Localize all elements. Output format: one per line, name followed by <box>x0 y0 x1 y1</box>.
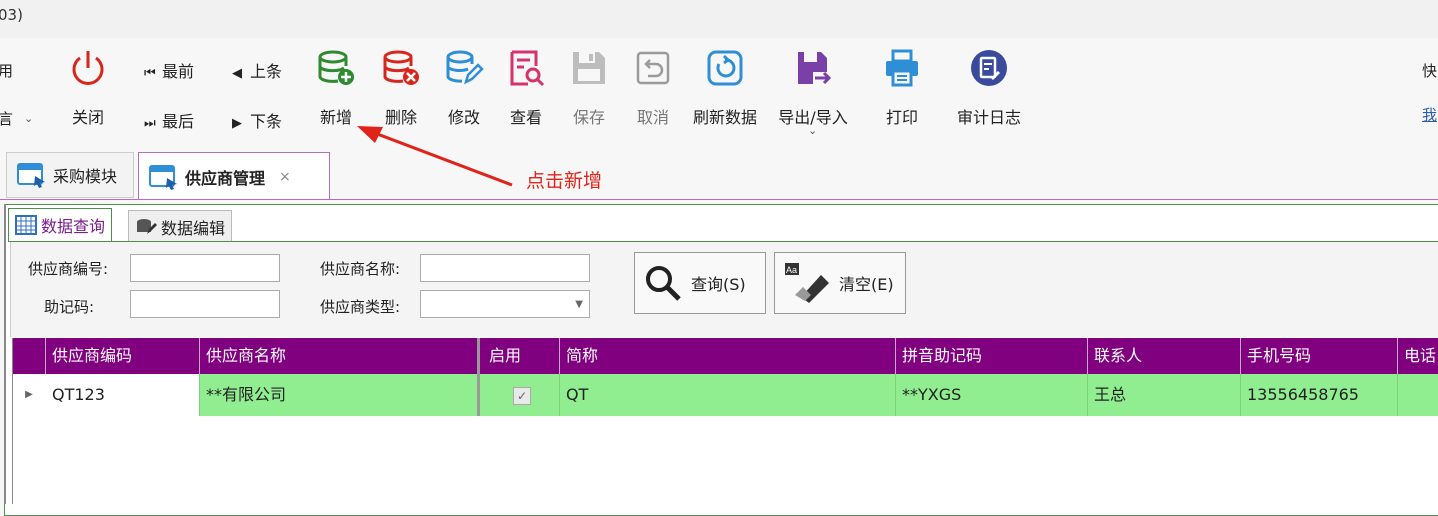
eraser-icon: Aa <box>785 263 829 303</box>
col-header-pinyin[interactable]: 拼音助记码 <box>896 338 1088 374</box>
supplier-type-select[interactable]: ▼ <box>420 290 590 318</box>
panel-left-border <box>4 204 6 504</box>
mnemonic-code-label: 助记码: <box>44 298 95 316</box>
svg-text:Aa: Aa <box>786 265 797 275</box>
col-header-supplier-code[interactable]: 供应商编码 <box>46 338 200 374</box>
grid-header: 供应商编码 供应商名称 启用 简称 拼音助记码 联系人 手机号码 电话 <box>12 338 1438 374</box>
clear-button[interactable]: Aa 清空(E) <box>774 252 906 314</box>
cell-contact[interactable]: 王总 <box>1088 374 1241 416</box>
tab-data-query[interactable]: 数据查询 <box>8 208 113 242</box>
cell-phone[interactable] <box>1398 374 1438 416</box>
cell-mobile[interactable]: 13556458765 <box>1241 374 1398 416</box>
col-header-mobile[interactable]: 手机号码 <box>1241 338 1398 374</box>
checkbox-checked-icon[interactable]: ✓ <box>513 386 531 405</box>
grid-empty-area <box>12 416 1438 504</box>
header-indicator-cell <box>12 338 46 374</box>
table-row[interactable]: QT123 **有限公司 ✓ QT **YXGS 王总 13556458765 <box>46 374 1438 416</box>
cell-short-name[interactable]: QT <box>560 374 896 416</box>
supplier-type-label: 供应商类型: <box>320 298 401 316</box>
col-header-short-name[interactable]: 简称 <box>560 338 896 374</box>
cell-supplier-code[interactable]: QT123 <box>46 374 200 416</box>
grid-left-border <box>12 338 13 504</box>
magnifier-icon <box>646 266 681 301</box>
col-header-phone[interactable]: 电话 <box>1398 338 1438 374</box>
tab-data-edit-label: 数据编辑 <box>161 219 226 238</box>
col-header-enabled[interactable]: 启用 <box>483 338 560 374</box>
annotation-text: 点击新增 <box>526 170 603 192</box>
mnemonic-code-input[interactable] <box>130 290 280 318</box>
cell-enabled[interactable]: ✓ <box>483 374 560 416</box>
cell-supplier-name[interactable]: **有限公司 <box>200 374 480 416</box>
table-grid-icon <box>15 215 37 235</box>
cell-pinyin[interactable]: **YXGS <box>896 374 1088 416</box>
supplier-code-label: 供应商编号: <box>28 260 109 278</box>
supplier-name-label: 供应商名称: <box>320 260 401 278</box>
supplier-code-input[interactable] <box>130 254 280 282</box>
tab-data-query-label: 数据查询 <box>41 217 106 236</box>
row-indicator[interactable]: ▶ <box>12 374 47 416</box>
query-button-label: 查询(S) <box>691 275 746 294</box>
supplier-name-input[interactable] <box>420 254 590 282</box>
query-button[interactable]: 查询(S) <box>634 252 766 314</box>
tab-data-edit[interactable]: 数据编辑 <box>128 210 233 244</box>
database-edit-icon <box>137 219 157 234</box>
col-header-supplier-name[interactable]: 供应商名称 <box>200 338 480 374</box>
clear-button-label: 清空(E) <box>839 275 894 294</box>
dropdown-arrow-icon: ▼ <box>575 299 583 310</box>
col-header-contact[interactable]: 联系人 <box>1088 338 1241 374</box>
